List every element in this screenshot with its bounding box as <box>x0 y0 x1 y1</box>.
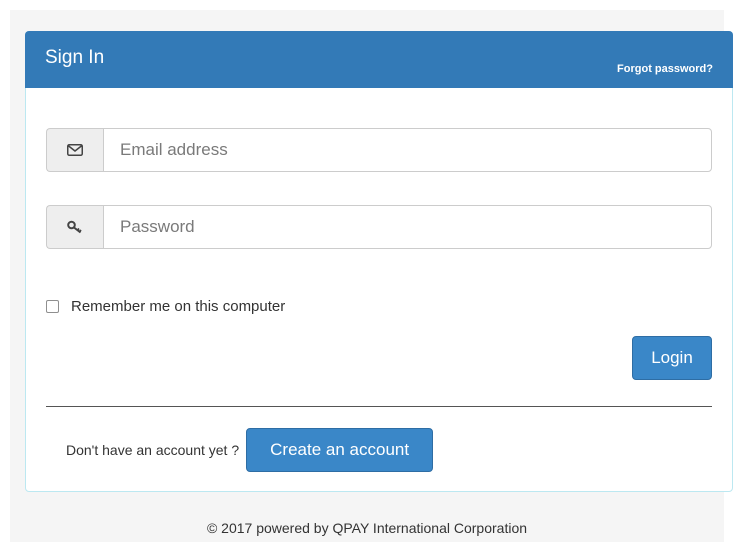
key-icon <box>46 205 103 249</box>
forgot-password-link[interactable]: Forgot password? <box>617 63 713 75</box>
footer-copyright: © 2017 powered by QPAY International Cor… <box>206 520 528 536</box>
create-account-button[interactable]: Create an account <box>246 428 434 472</box>
signup-prompt: Don't have an account yet ? <box>66 442 240 458</box>
login-button[interactable]: Login <box>632 336 712 380</box>
panel-title: Sign In <box>45 47 105 68</box>
panel-heading: Sign In Forgot password? <box>25 31 733 88</box>
remember-me[interactable]: Remember me on this computer <box>46 298 285 315</box>
remember-label: Remember me on this computer <box>71 298 286 315</box>
signup-row: Don't have an account yet ? Create an ac… <box>66 428 434 472</box>
password-field[interactable] <box>103 205 712 249</box>
envelope-icon <box>46 128 103 172</box>
divider <box>46 406 712 407</box>
sign-in-panel: Sign In Forgot password? Remember me on … <box>25 31 733 492</box>
password-input-group <box>46 205 712 249</box>
remember-checkbox[interactable] <box>46 300 59 313</box>
email-input-group <box>46 128 712 172</box>
email-field[interactable] <box>103 128 712 172</box>
